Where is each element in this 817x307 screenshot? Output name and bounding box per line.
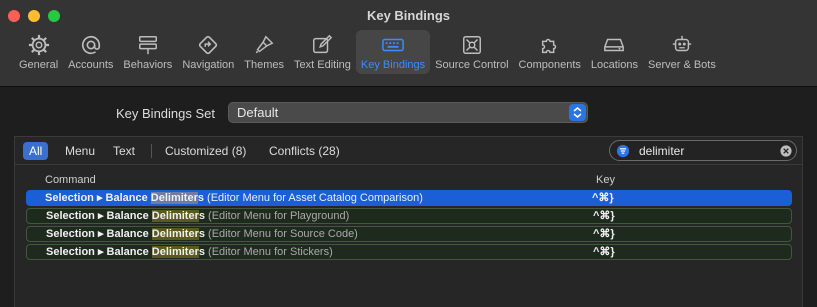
- tab-label: Server & Bots: [647, 59, 716, 71]
- puzzle-icon: [541, 38, 556, 54]
- command-context: (Editor Menu for Asset Catalog Compariso…: [204, 192, 423, 204]
- command-cell: Selection ▸ Balance Delimiters (Editor M…: [46, 245, 333, 259]
- tab-label: Navigation: [182, 59, 235, 71]
- search-match-highlight: Delimiter: [151, 210, 199, 222]
- tab-locations[interactable]: Locations: [586, 30, 643, 74]
- robot-icon: [672, 35, 692, 52]
- brush-icon: [255, 35, 274, 54]
- tab-key-bindings[interactable]: Key Bindings: [355, 30, 431, 74]
- tab-label: General: [19, 59, 59, 71]
- table-row[interactable]: Selection ▸ Balance Delimiters (Editor M…: [26, 244, 792, 260]
- tab-label: Source Control: [435, 59, 509, 71]
- window-title: Key Bindings: [366, 8, 451, 23]
- command-path: Selection ▸ Balance: [45, 192, 151, 204]
- filter-customized[interactable]: Customized (8): [159, 142, 252, 160]
- key-cell[interactable]: ^⌘}: [592, 190, 614, 206]
- tab-label: Locations: [590, 59, 638, 71]
- filter-divider: [151, 144, 152, 158]
- command-path: Selection ▸ Balance: [46, 210, 152, 222]
- key-bindings-set-label: Key Bindings Set: [116, 106, 216, 121]
- tab-general[interactable]: General: [14, 30, 63, 74]
- source-control-icon: [462, 36, 481, 54]
- key-bindings-panel: All Menu Text Customized (8) Conflicts (…: [14, 136, 803, 307]
- column-header-command[interactable]: Command: [45, 174, 96, 186]
- search-field[interactable]: delimiter: [609, 140, 797, 161]
- command-context: (Editor Menu for Playground): [205, 210, 350, 222]
- tab-label: Accounts: [68, 59, 114, 71]
- command-context: (Editor Menu for Source Code): [205, 228, 358, 240]
- tab-label: Key Bindings: [360, 59, 426, 71]
- filter-menu[interactable]: Menu: [59, 142, 101, 160]
- tab-behaviors[interactable]: Behaviors: [118, 30, 177, 74]
- column-header-key[interactable]: Key: [596, 174, 615, 186]
- tab-components[interactable]: Components: [514, 30, 586, 74]
- command-path: Selection ▸ Balance: [46, 246, 152, 258]
- tab-text-editing[interactable]: Text Editing: [289, 30, 356, 74]
- command-cell: Selection ▸ Balance Delimiters (Editor M…: [45, 190, 423, 206]
- gear-icon: [28, 34, 49, 56]
- chevron-up-down-icon: [569, 104, 586, 121]
- search-input[interactable]: delimiter: [639, 144, 684, 158]
- filter-icon: [616, 144, 630, 158]
- at-icon: [81, 35, 100, 55]
- filter-conflicts[interactable]: Conflicts (28): [263, 142, 346, 160]
- drive-icon: [604, 38, 625, 52]
- tab-label: Components: [518, 59, 581, 71]
- navigation-icon: [199, 35, 218, 55]
- tab-navigation[interactable]: Navigation: [177, 30, 239, 74]
- search-match-highlight: Delimiter: [151, 246, 199, 258]
- title-bar: Key Bindings General Accounts Behaviors …: [0, 0, 817, 87]
- command-path: Selection ▸ Balance: [46, 228, 152, 240]
- table-row[interactable]: Selection ▸ Balance Delimiters (Editor M…: [26, 226, 792, 242]
- behaviors-icon: [138, 36, 157, 55]
- filter-text[interactable]: Text: [107, 142, 141, 160]
- filter-bar: All Menu Text Customized (8) Conflicts (…: [15, 137, 802, 165]
- table-row[interactable]: Selection ▸ Balance Delimiters (Editor M…: [26, 190, 792, 206]
- command-cell: Selection ▸ Balance Delimiters (Editor M…: [46, 227, 358, 241]
- tab-label: Text Editing: [294, 59, 351, 71]
- preferences-toolbar: General Accounts Behaviors Navigation Th…: [14, 30, 721, 74]
- key-cell[interactable]: ^⌘}: [593, 245, 615, 259]
- key-bindings-set-popup[interactable]: Default: [228, 102, 588, 123]
- clear-search-icon[interactable]: [780, 144, 792, 157]
- pencil-square-icon: [313, 34, 333, 54]
- tab-accounts[interactable]: Accounts: [63, 30, 118, 74]
- tab-themes[interactable]: Themes: [239, 30, 289, 74]
- table-row[interactable]: Selection ▸ Balance Delimiters (Editor M…: [26, 208, 792, 224]
- key-cell[interactable]: ^⌘}: [593, 209, 615, 223]
- command-cell: Selection ▸ Balance Delimiters (Editor M…: [46, 209, 349, 223]
- key-bindings-set-row: Key Bindings Set Default: [0, 102, 817, 124]
- tab-server-bots[interactable]: Server & Bots: [643, 30, 721, 74]
- tab-source-control[interactable]: Source Control: [430, 30, 513, 74]
- key-bindings-set-value: Default: [237, 105, 279, 120]
- tab-label: Themes: [244, 59, 285, 71]
- keyboard-icon: [382, 38, 404, 52]
- key-cell[interactable]: ^⌘}: [593, 227, 615, 241]
- filter-all[interactable]: All: [23, 142, 49, 160]
- command-context: (Editor Menu for Stickers): [205, 246, 333, 258]
- tab-label: Behaviors: [123, 59, 173, 71]
- search-match-highlight: Delimiter: [151, 228, 199, 240]
- search-match-highlight: Delimiter: [150, 192, 198, 204]
